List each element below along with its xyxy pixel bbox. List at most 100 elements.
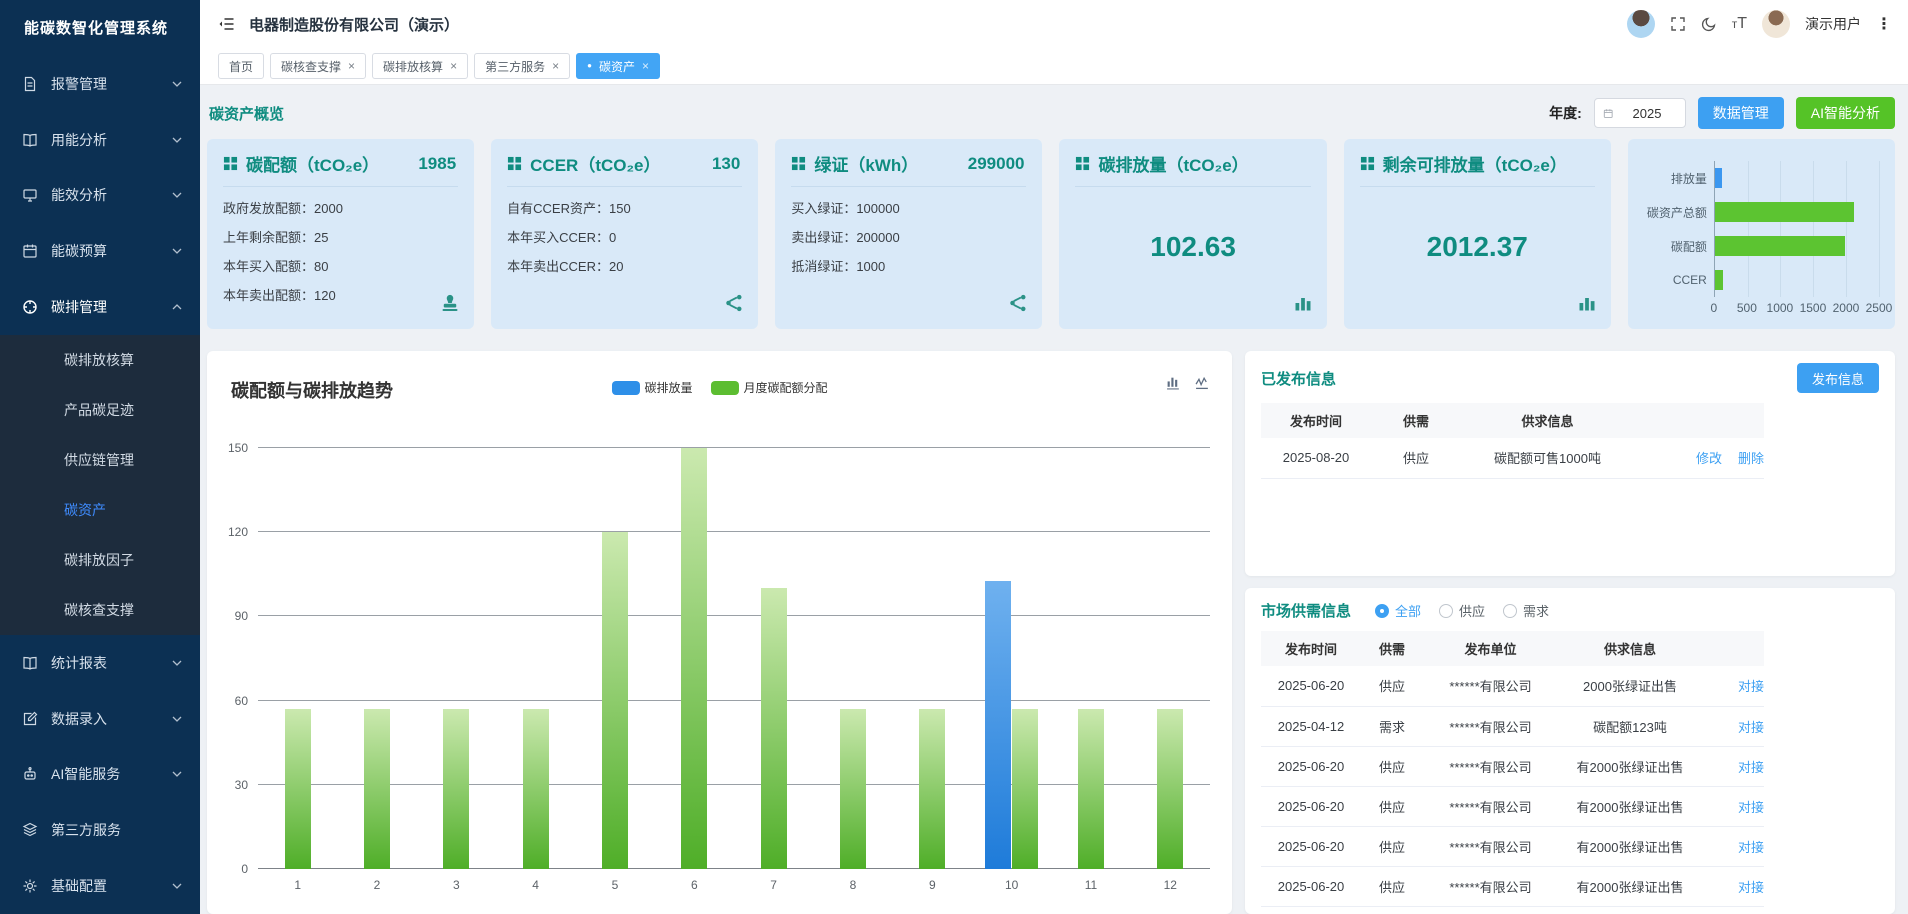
page-content: 碳资产概览 年度: 数据管理 AI智能分析 碳配额（tCO₂e） 1985	[200, 85, 1908, 914]
grid-icon	[223, 156, 238, 171]
allocation-bar	[364, 709, 390, 869]
tab-carbon-accounting[interactable]: 碳排放核算×	[372, 53, 468, 79]
table-row: 2025-06-20供应******有限公司有2000张绿证出售对接	[1261, 746, 1764, 786]
sidebar-item-supply-chain[interactable]: 供应链管理	[0, 435, 200, 485]
chevron-down-icon	[172, 714, 182, 724]
radio-demand[interactable]: 需求	[1503, 601, 1549, 620]
user-avatar[interactable]	[1762, 10, 1790, 38]
chevron-down-icon	[172, 769, 182, 779]
sidebar-item-third-party[interactable]: 第三方服务	[0, 802, 200, 858]
dark-mode-moon-icon[interactable]	[1701, 16, 1717, 32]
connect-link[interactable]: 对接	[1738, 720, 1764, 735]
tab-bar: 首页 碳核查支撑× 碳排放核算× 第三方服务× ●碳资产×	[200, 48, 1908, 85]
chart-title: 碳配额与碳排放趋势	[231, 377, 393, 403]
connect-link[interactable]: 对接	[1738, 800, 1764, 815]
year-input[interactable]	[1617, 106, 1677, 121]
sidebar-item-budget[interactable]: 能碳预算	[0, 223, 200, 279]
sidebar-item-carbon-accounting[interactable]: 碳排放核算	[0, 335, 200, 385]
connect-link[interactable]: 对接	[1738, 760, 1764, 775]
card-value: 130	[712, 154, 742, 174]
legend-emissions[interactable]: 碳排放量	[611, 379, 692, 396]
sidebar-item-energy-analysis[interactable]: 用能分析	[0, 112, 200, 168]
sidebar-item-product-footprint[interactable]: 产品碳足迹	[0, 385, 200, 435]
table-row: 2025-06-20供应******有限公司有2000张绿证出售对接	[1261, 826, 1764, 866]
card-green-certificates: 绿证（kWh） 299000 买入绿证：100000 卖出绿证：200000 抵…	[775, 139, 1042, 329]
collapse-sidebar-icon[interactable]	[218, 16, 235, 32]
bar-group	[734, 448, 813, 869]
chevron-up-icon	[172, 302, 182, 312]
close-tab-icon[interactable]: ×	[552, 59, 559, 73]
radio-circle	[1375, 604, 1389, 618]
mini-bar	[1715, 202, 1854, 222]
chevron-down-icon	[172, 190, 182, 200]
sidebar-item-reports[interactable]: 统计报表	[0, 635, 200, 691]
y-axis-tick: 90	[235, 609, 248, 623]
sidebar-item-data-entry[interactable]: 数据录入	[0, 691, 200, 747]
sidebar-item-emission-factor[interactable]: 碳排放因子	[0, 535, 200, 585]
sidebar-item-efficiency[interactable]: 能效分析	[0, 167, 200, 223]
radio-supply[interactable]: 供应	[1439, 601, 1485, 620]
allocation-bar	[681, 448, 707, 869]
sidebar-item-label: 数据录入	[51, 709, 172, 729]
data-management-button[interactable]: 数据管理	[1698, 97, 1784, 129]
sidebar-item-verification-support[interactable]: 碳核查支撑	[0, 585, 200, 635]
fullscreen-icon[interactable]	[1670, 16, 1686, 32]
radio-all[interactable]: 全部	[1375, 601, 1421, 620]
tab-carbon-assets[interactable]: ●碳资产×	[576, 53, 660, 79]
mini-bar-row: 碳配额	[1715, 229, 1879, 263]
close-tab-icon[interactable]: ×	[450, 59, 457, 73]
sidebar-item-settings[interactable]: 基础配置	[0, 858, 200, 914]
table-header-row: 发布时间 供需 供求信息	[1261, 403, 1764, 438]
bar-group	[655, 448, 734, 869]
tab-third-party[interactable]: 第三方服务×	[474, 53, 570, 79]
tab-verification-support[interactable]: 碳核查支撑×	[270, 53, 366, 79]
assistant-avatar[interactable]	[1627, 10, 1655, 38]
bar-group	[813, 448, 892, 869]
font-size-icon[interactable]: тT	[1732, 15, 1747, 33]
edit-link[interactable]: 修改	[1696, 451, 1722, 466]
chart-legend: 碳排放量 月度碳配额分配	[611, 379, 827, 396]
connect-link[interactable]: 对接	[1738, 840, 1764, 855]
year-label: 年度:	[1549, 103, 1582, 123]
legend-allocation[interactable]: 月度碳配额分配	[711, 379, 828, 396]
bar-group	[337, 448, 416, 869]
allocation-bar	[285, 709, 311, 869]
line-chart-toggle-icon[interactable]	[1195, 375, 1210, 390]
radio-circle	[1503, 604, 1517, 618]
tab-home[interactable]: 首页	[218, 53, 264, 79]
close-tab-icon[interactable]: ×	[348, 59, 355, 73]
allocation-bar	[1157, 709, 1183, 869]
allocation-bar	[443, 709, 469, 869]
connect-link[interactable]: 对接	[1738, 880, 1764, 895]
bar-group	[893, 448, 972, 869]
delete-link[interactable]: 删除	[1738, 451, 1764, 466]
table-row: 2025-08-20 供应 碳配额可售1000吨 修改删除	[1261, 438, 1764, 478]
year-picker[interactable]	[1594, 98, 1686, 128]
trend-chart-card: 碳配额与碳排放趋势 碳排放量 月度碳配额分配 03060901201501234…	[207, 351, 1232, 914]
sidebar-item-ai-services[interactable]: AI智能服务	[0, 747, 200, 803]
emission-bar	[985, 581, 1011, 869]
published-table: 发布时间 供需 供求信息 2025-08-20 供应 碳配额可售1000吨 修改…	[1261, 403, 1764, 479]
connect-link[interactable]: 对接	[1738, 679, 1764, 694]
remaining-allowance-value: 2012.37	[1360, 231, 1595, 263]
bar-chart-icon	[1293, 293, 1313, 318]
stamp-icon	[440, 293, 460, 318]
sidebar-item-alarm[interactable]: 报警管理	[0, 56, 200, 112]
book-icon	[22, 132, 38, 148]
publish-info-button[interactable]: 发布信息	[1797, 363, 1879, 393]
gear-icon	[22, 878, 38, 894]
chevron-down-icon	[172, 79, 182, 89]
sidebar-item-carbon-mgmt[interactable]: 碳排管理	[0, 279, 200, 335]
top-header: 电器制造股份有限公司（演示） тT 演示用户 ⋮	[200, 0, 1908, 48]
mini-bar	[1715, 270, 1724, 290]
more-menu-icon[interactable]: ⋮	[1876, 14, 1892, 34]
bar-chart-toggle-icon[interactable]	[1166, 375, 1181, 390]
sidebar-item-carbon-assets[interactable]: 碳资产	[0, 485, 200, 535]
grid-icon	[1075, 156, 1090, 171]
mini-chart-x-axis: 05001000150020002500	[1714, 301, 1879, 317]
close-tab-icon[interactable]: ×	[642, 59, 649, 73]
sidebar-item-label: 能效分析	[51, 185, 172, 205]
ai-analysis-button[interactable]: AI智能分析	[1796, 97, 1895, 129]
grid-icon	[791, 156, 806, 171]
allocation-bar	[840, 709, 866, 869]
